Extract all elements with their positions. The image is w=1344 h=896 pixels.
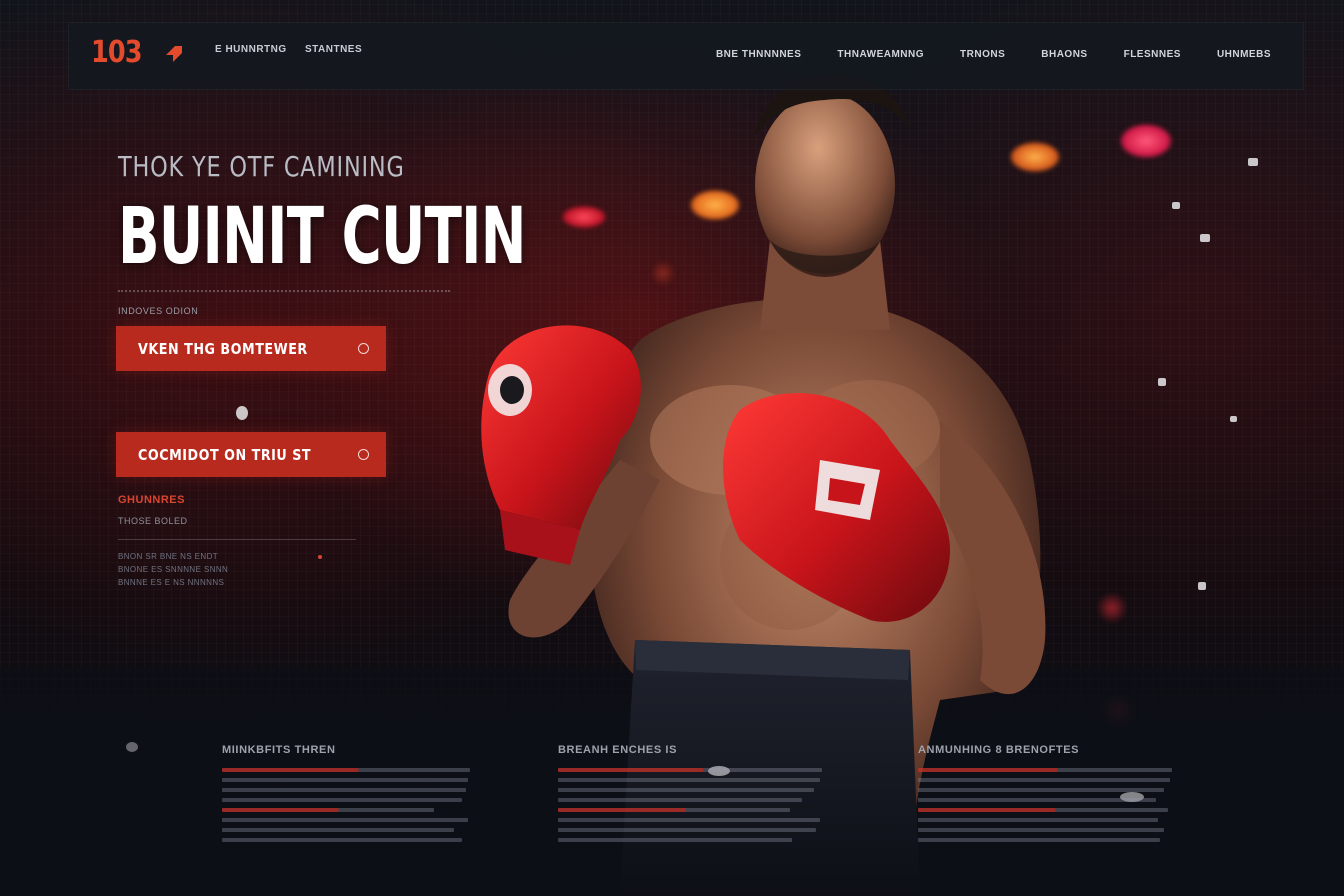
brand-logo[interactable]: 103 [91,35,143,70]
section-subheading: THOSE BOLED [118,516,188,526]
hero-small-label: INDOVES ODION [118,306,199,316]
circle-icon [358,343,369,354]
column-text-placeholder [918,768,1178,842]
particle [1230,416,1237,422]
particle [1200,234,1210,242]
nav-link-3[interactable]: TRNONS [960,49,1005,60]
column-title: BREANH ENCHES IS [558,744,678,756]
arrow-logo-icon [166,46,182,62]
column-title: MIINKBFITS THREN [222,744,336,756]
nav-link-left-1[interactable]: E HUNNRTNG [215,44,287,55]
nav-link-1[interactable]: BNE THNNNNES [716,49,801,60]
particle [236,406,248,420]
section-heading: GHUNNRES [118,494,185,506]
column-title: ANMUNHING 8 BRENOFTES [918,744,1080,756]
info-column: MIINKBFITS THREN [222,744,482,848]
secondary-cta-label: COCMIDOT ON TRIU ST [138,445,312,464]
primary-cta-button[interactable]: VKEN THG BOMTEWER [116,326,386,371]
top-navigation: 103 E HUNNRTNG STANTNES BNE THNNNNES THN… [68,22,1304,90]
bokeh-light [1096,592,1128,624]
particle [126,742,138,752]
nav-link-2[interactable]: THNAWEAMNNG [837,49,924,60]
bokeh-light [1120,124,1172,158]
column-text-placeholder [558,768,822,842]
particle [1198,582,1206,590]
divider [118,539,356,540]
primary-cta-label: VKEN THG BOMTEWER [138,339,308,358]
nav-link-6[interactable]: UHNMEBS [1217,49,1271,60]
nav-link-5[interactable]: FLESNNES [1124,49,1181,60]
nav-right-links: BNE THNNNNES THNAWEAMNNG TRNONS BHAONS F… [716,49,1271,60]
info-column: BREANH ENCHES IS [558,744,822,848]
info-column: ANMUNHING 8 BRENOFTES [918,744,1178,848]
description-line: BNNNE ES E NS NNNNNS [118,578,225,587]
hero-background: 103 E HUNNRTNG STANTNES BNE THNNNNES THN… [0,0,1344,896]
particle [1248,158,1258,166]
description-line: BNONE ES SNNNNE SNNN [118,565,229,574]
nav-link-4[interactable]: BHAONS [1041,49,1087,60]
hero-eyebrow: THOK YE OTF CAMINING [118,150,405,183]
particle [1172,202,1180,209]
secondary-cta-button[interactable]: COCMIDOT ON TRIU ST [116,432,386,477]
nav-link-left-2[interactable]: STANTNES [305,44,362,55]
divider [118,290,450,292]
column-text-placeholder [222,768,482,842]
description-line: BNON SR BNE NS ENDT [118,552,219,561]
particle [1158,378,1166,386]
circle-icon [358,449,369,460]
accent-dot [318,555,322,559]
hero-headline: BUINIT CUTIN [118,192,526,282]
